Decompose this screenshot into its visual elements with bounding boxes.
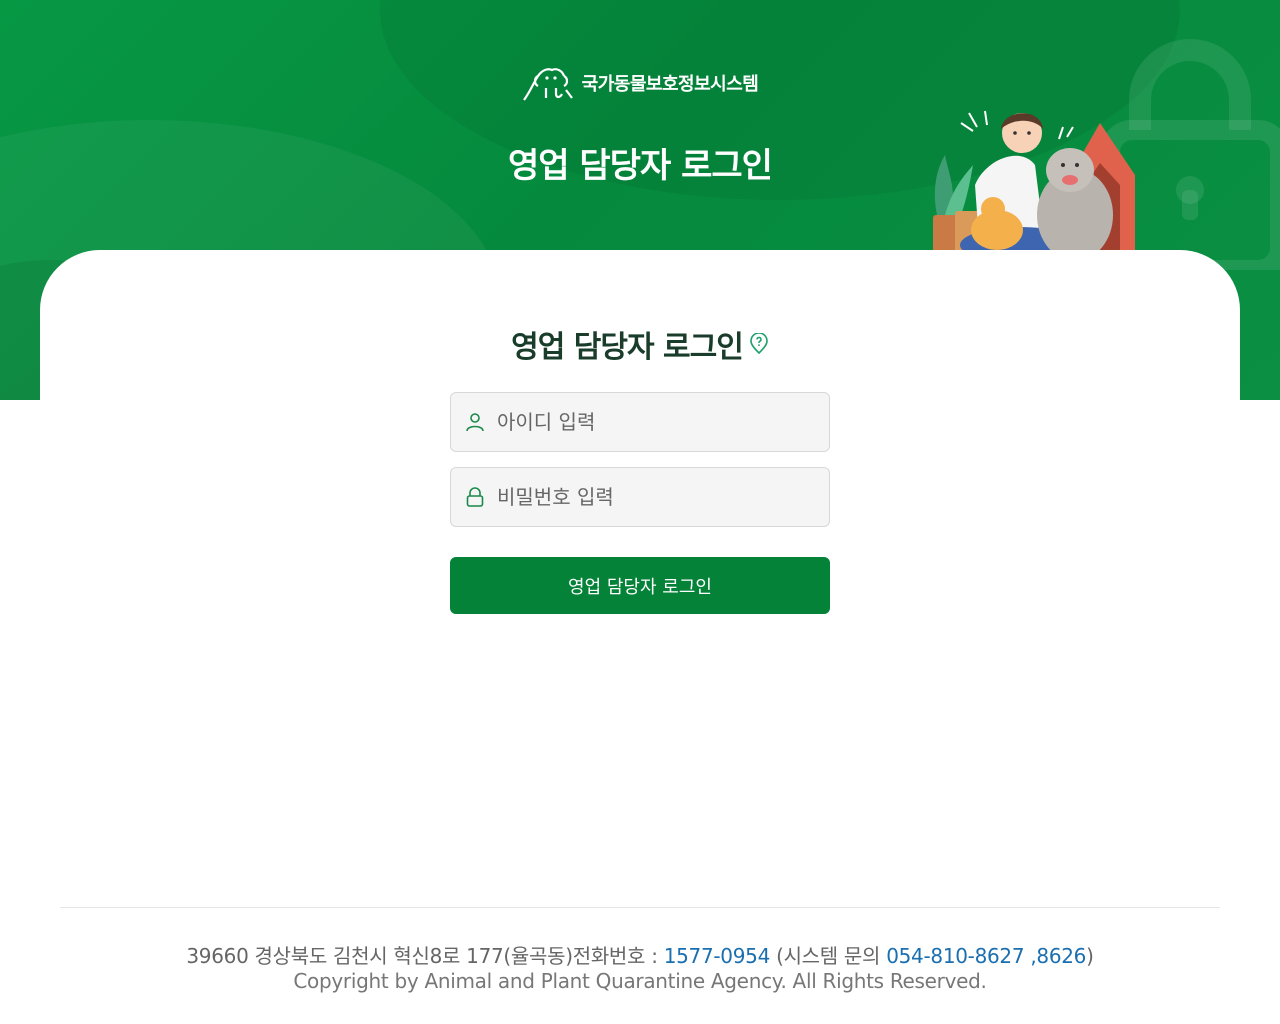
footer-address: 39660 경상북도 김천시 혁신8로 177(율곡동)전화번호 : 1577-… (0, 940, 1280, 969)
brand-name: 국가동물보호정보시스템 (581, 74, 759, 95)
id-field[interactable] (450, 392, 830, 452)
login-button[interactable]: 영업 담당자 로그인 (450, 557, 830, 614)
system-inquiry-label: (시스템 문의 (770, 944, 887, 968)
copyright: Copyright by Animal and Plant Quarantine… (293, 969, 987, 993)
login-card-title: 영업 담당자 로그인 (0, 322, 1280, 366)
help-pin-icon[interactable] (749, 333, 769, 355)
password-input[interactable] (497, 485, 797, 509)
lock-icon (465, 487, 485, 507)
phone-number[interactable]: 1577-0954 (664, 944, 771, 968)
footer-divider (60, 907, 1220, 908)
user-icon (465, 412, 485, 432)
address-text: 39660 경상북도 김천시 혁신8로 177(율곡동)전화번호 : (186, 944, 664, 968)
id-input[interactable] (497, 410, 797, 434)
login-title: 영업 담당자 로그인 (511, 330, 744, 365)
password-field[interactable] (450, 467, 830, 527)
system-phone-number[interactable]: 054-810-8627 ,8626 (886, 944, 1086, 968)
brand-logo[interactable]: 국가동물보호정보시스템 (0, 64, 1280, 102)
dog-logo-icon (522, 68, 573, 101)
system-inquiry-close: ) (1086, 944, 1094, 968)
